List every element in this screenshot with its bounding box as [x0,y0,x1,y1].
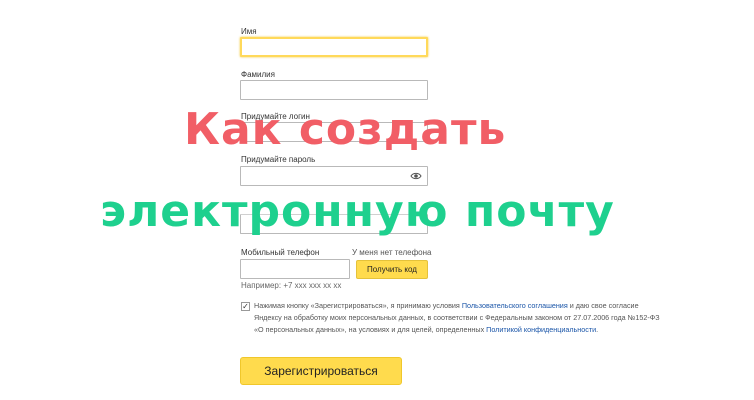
privacy-policy-link[interactable]: Политикой конфиденциальности [486,325,596,334]
agreement-text-part: . [596,325,599,334]
first-name-input[interactable] [240,37,428,57]
get-code-button[interactable]: Получить код [356,260,428,279]
overlay-title-line-1: Как создать [184,104,507,155]
eye-icon[interactable] [410,170,422,182]
user-agreement-link[interactable]: Пользовательского соглашения [462,301,568,310]
last-name-label: Фамилия [241,70,275,79]
last-name-input[interactable] [240,80,428,100]
checkmark-icon: ✓ [242,302,249,311]
agreement-text: Нажимая кнопку «Зарегистрироваться», я п… [254,300,666,336]
first-name-label: Имя [241,27,257,36]
password-label: Придумайте пароль [241,155,316,164]
no-phone-link[interactable]: У меня нет телефона [352,248,432,257]
register-button[interactable]: Зарегистрироваться [240,357,402,385]
agreement-checkbox[interactable]: ✓ [241,302,250,311]
phone-label: Мобильный телефон [241,248,320,257]
password-input[interactable] [240,166,428,186]
overlay-title-line-2: электронную почту [100,186,615,237]
phone-input[interactable] [240,259,350,279]
agreement-text-part: Нажимая кнопку «Зарегистрироваться», я п… [254,301,462,310]
phone-hint: Например: +7 xxx xxx xx xx [241,281,342,290]
